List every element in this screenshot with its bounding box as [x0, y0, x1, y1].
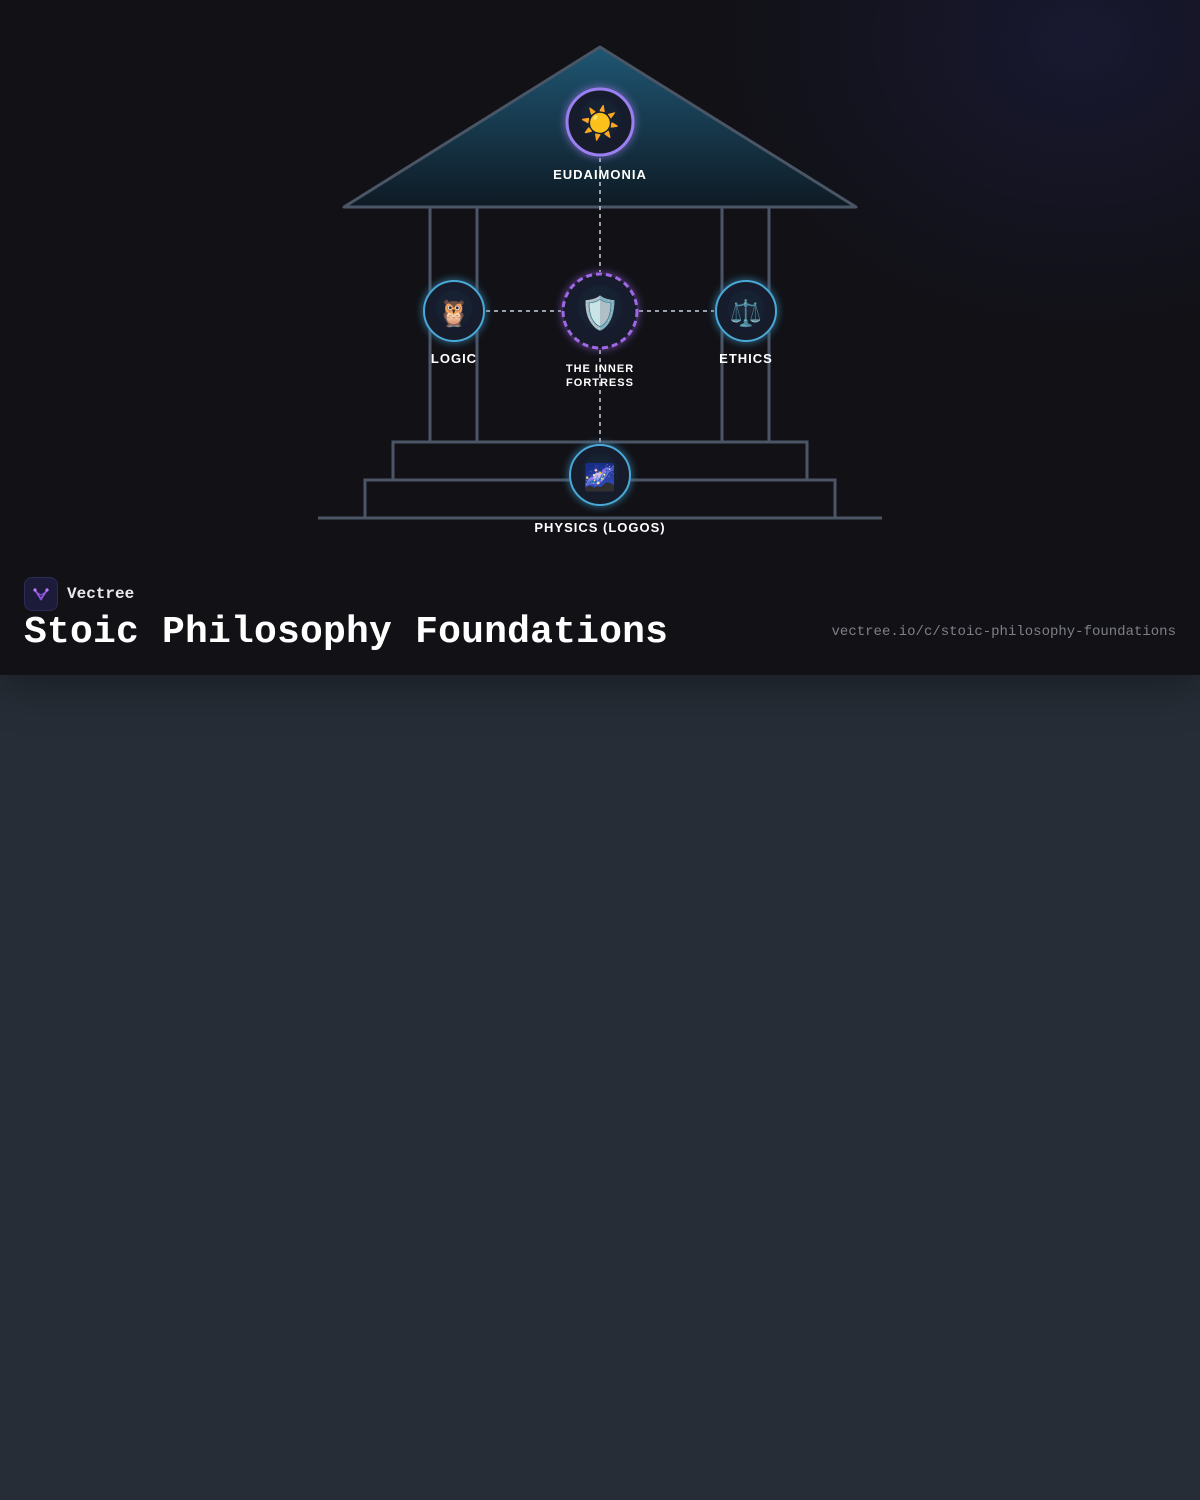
node-ethics[interactable]: ⚖️ ETHICS — [715, 280, 777, 366]
brand[interactable]: Vectree — [24, 577, 134, 611]
page-title: Stoic Philosophy Foundations — [24, 611, 669, 654]
sun-icon: ☀️ — [580, 104, 620, 142]
node-inner-fortress[interactable]: 🛡️ THE INNER FORTRESS — [561, 272, 639, 389]
share-card: ☀️ EUDAIMONIA 🦉 LOGIC 🛡️ THE INNER FORTR… — [0, 0, 1200, 675]
node-label-inner-fortress-line1: THE INNER — [566, 363, 634, 375]
scales-icon: ⚖️ — [730, 298, 762, 329]
owl-icon: 🦉 — [438, 299, 470, 329]
brand-name: Vectree — [67, 585, 135, 603]
node-label-ethics: ETHICS — [719, 351, 773, 366]
node-label-eudaimonia: EUDAIMONIA — [553, 167, 647, 182]
galaxy-icon: 🌌 — [584, 462, 616, 493]
empty-background-area — [0, 675, 1200, 1500]
node-label-physics: PHYSICS (LOGOS) — [534, 520, 665, 535]
node-physics[interactable]: 🌌 PHYSICS (LOGOS) — [534, 444, 665, 535]
share-url[interactable]: vectree.io/c/stoic-philosophy-foundation… — [832, 624, 1176, 640]
vectree-logo-icon — [24, 577, 58, 611]
node-label-inner-fortress-line2: FORTRESS — [566, 377, 634, 389]
node-label-logic: LOGIC — [431, 351, 477, 366]
node-logic[interactable]: 🦉 LOGIC — [423, 280, 485, 366]
temple-diagram: ☀️ EUDAIMONIA 🦉 LOGIC 🛡️ THE INNER FORTR… — [318, 45, 882, 535]
shield-icon: 🛡️ — [580, 294, 620, 332]
